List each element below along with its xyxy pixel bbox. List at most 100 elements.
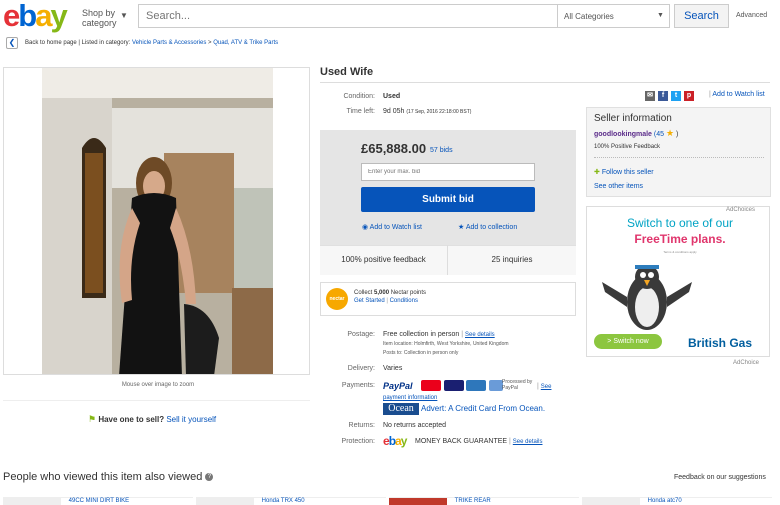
- seller-heading: Seller information: [594, 113, 672, 124]
- listed-in-label: Listed in category:: [81, 40, 131, 46]
- facebook-icon[interactable]: f: [658, 90, 668, 101]
- item-title: Used Wife: [320, 66, 374, 78]
- item-title: Honda TRX 450: [261, 498, 305, 504]
- search-button[interactable]: Search: [674, 4, 729, 28]
- postage-text: Free collection in person: [383, 331, 460, 338]
- feedback-suggestions-link[interactable]: Feedback on our suggestions: [674, 474, 766, 481]
- collection-label: Add to collection: [465, 224, 518, 231]
- shop-by-line1: Shop by: [82, 8, 116, 18]
- delivery-label: Delivery:: [347, 365, 375, 372]
- watch-list-top: | Add to Watch list: [709, 91, 765, 98]
- nectar-text-pre: Collect: [354, 290, 375, 296]
- item-title: Honda atc70: [647, 498, 682, 504]
- time-left-remaining: 9d 05h: [383, 108, 405, 115]
- chevron-down-icon: ▼: [657, 12, 664, 19]
- inquiries-count: 25 inquiries: [491, 255, 533, 264]
- seller-score[interactable]: (45: [654, 131, 664, 138]
- returns-value: No returns accepted: [383, 422, 447, 429]
- follow-seller-link[interactable]: Follow this seller: [602, 169, 654, 176]
- zoom-caption: Mouse over image to zoom: [121, 382, 195, 388]
- submit-bid-button[interactable]: Submit bid: [361, 187, 535, 212]
- item-photo: [4, 68, 309, 374]
- chevron-down-icon: ▼: [120, 11, 128, 20]
- processed-by-paypal: Processed by PayPal: [502, 379, 533, 391]
- mbg-row: MONEY BACK GUARANTEE | See details: [415, 438, 542, 445]
- help-icon[interactable]: ?: [205, 473, 214, 482]
- breadcrumb-item-vehicle-parts[interactable]: Vehicle Parts & Accessories: [132, 40, 206, 46]
- get-started-link[interactable]: Get Started: [354, 298, 385, 304]
- condition-value: Used: [383, 93, 401, 100]
- pinterest-icon[interactable]: p: [684, 90, 694, 101]
- item-title: TRIKE REAR: [454, 498, 491, 504]
- shop-by-category[interactable]: Shop by category: [82, 8, 117, 28]
- logo-letter-a: a: [35, 0, 52, 33]
- sell-one-row: ⚑ Have one to sell? Sell it yourself: [88, 414, 216, 425]
- posts-to: Posts to: Collection in person only: [383, 350, 459, 356]
- delivery-value: Varies: [383, 365, 403, 372]
- mastercard-icon: [421, 380, 441, 391]
- twitter-icon[interactable]: t: [671, 90, 681, 101]
- search-input[interactable]: [138, 4, 558, 28]
- sell-it-yourself-link[interactable]: Sell it yourself: [166, 415, 216, 424]
- ebay-logo[interactable]: ebay: [3, 0, 68, 33]
- ad-headline-2-text: FreeTime plans.: [634, 232, 726, 246]
- divider: [3, 400, 310, 401]
- back-to-home-link[interactable]: Back to home page: [25, 40, 77, 46]
- eye-icon: ◉: [362, 224, 369, 231]
- amex-icon: [466, 380, 487, 391]
- also-viewed-item[interactable]: 49CC MINI DIRT BIKE: [3, 497, 193, 505]
- mbg-letter-y: y: [400, 434, 408, 448]
- also-viewed-heading: People who viewed this item also viewed …: [3, 471, 214, 483]
- email-icon[interactable]: ✉: [645, 90, 655, 101]
- also-viewed-item[interactable]: Honda TRX 450: [196, 497, 386, 505]
- breadcrumb-item-quad-parts[interactable]: Quad, ATV & Trike Parts: [213, 40, 278, 46]
- condition-label: Condition:: [343, 93, 375, 100]
- item-thumbnail: [389, 498, 447, 505]
- time-left-value: 9d 05h (17 Sep, 2016 22:18:00 BST): [383, 108, 471, 115]
- ad-brand: British Gas: [688, 336, 753, 350]
- mbg-see-details-link[interactable]: See details: [513, 439, 543, 445]
- see-link[interactable]: See: [541, 384, 552, 390]
- time-left-label: Time left:: [346, 108, 375, 115]
- also-viewed-item[interactable]: TRIKE REAR: [389, 497, 579, 505]
- bid-count-link[interactable]: 57 bids: [430, 147, 453, 154]
- postage-value: Free collection in person | See details: [383, 331, 495, 338]
- main-item-image[interactable]: [3, 67, 310, 375]
- ad-headline-2: FreeTime plans.: [590, 232, 770, 246]
- plus-icon: ✚: [594, 169, 600, 176]
- share-icons: ✉ f t p: [645, 90, 697, 101]
- seller-name-link[interactable]: goodlookingmale: [594, 131, 652, 138]
- add-to-watch-list-button[interactable]: ◉ Add to Watch list: [362, 223, 422, 231]
- separator: |: [509, 438, 511, 445]
- time-left-end: (17 Sep, 2016 22:18:00 BST): [406, 109, 472, 115]
- ocean-advert-link[interactable]: Advert: A Credit Card From Ocean.: [421, 404, 545, 413]
- ad-headline-1: Switch to one of our: [626, 216, 734, 230]
- conditions-link[interactable]: Conditions: [390, 298, 418, 304]
- add-to-collection-button[interactable]: ★ Add to collection: [458, 223, 517, 231]
- see-other-items-link[interactable]: See other items: [594, 183, 643, 190]
- star-icon: ★: [665, 128, 675, 138]
- payment-information-link[interactable]: payment information: [383, 395, 437, 401]
- logo-letter-b: b: [18, 0, 37, 33]
- see-details-link[interactable]: See details: [465, 332, 495, 338]
- add-to-watch-list-link[interactable]: Add to Watch list: [712, 91, 764, 98]
- breadcrumb: Back to home page | Listed in category: …: [25, 40, 278, 46]
- seller-name-row: goodlookingmale (45 ★ ): [594, 128, 678, 139]
- seller-score-end: ): [676, 131, 679, 138]
- returns-label: Returns:: [348, 422, 375, 429]
- back-arrow-icon[interactable]: ❮: [6, 37, 18, 49]
- ad-switch-now-button[interactable]: > Switch now: [594, 334, 662, 349]
- shop-by-line2: category: [82, 18, 117, 28]
- also-viewed-title: People who viewed this item also viewed: [3, 471, 203, 483]
- nectar-text-post: Nectar points: [389, 290, 427, 296]
- item-thumbnail: [3, 498, 61, 505]
- positive-feedback: 100% positive feedback: [320, 245, 448, 275]
- adchoices-label-bottom[interactable]: AdChoice: [733, 360, 759, 366]
- follow-seller-row[interactable]: ✚ Follow this seller: [594, 168, 654, 176]
- also-viewed-item[interactable]: Honda atc70: [582, 497, 772, 505]
- item-thumbnail: [582, 498, 640, 505]
- max-bid-input[interactable]: [361, 163, 535, 181]
- advanced-search-link[interactable]: Advanced: [736, 12, 767, 19]
- adchoices-label[interactable]: AdChoices: [726, 207, 755, 213]
- category-select[interactable]: All Categories: [558, 4, 670, 28]
